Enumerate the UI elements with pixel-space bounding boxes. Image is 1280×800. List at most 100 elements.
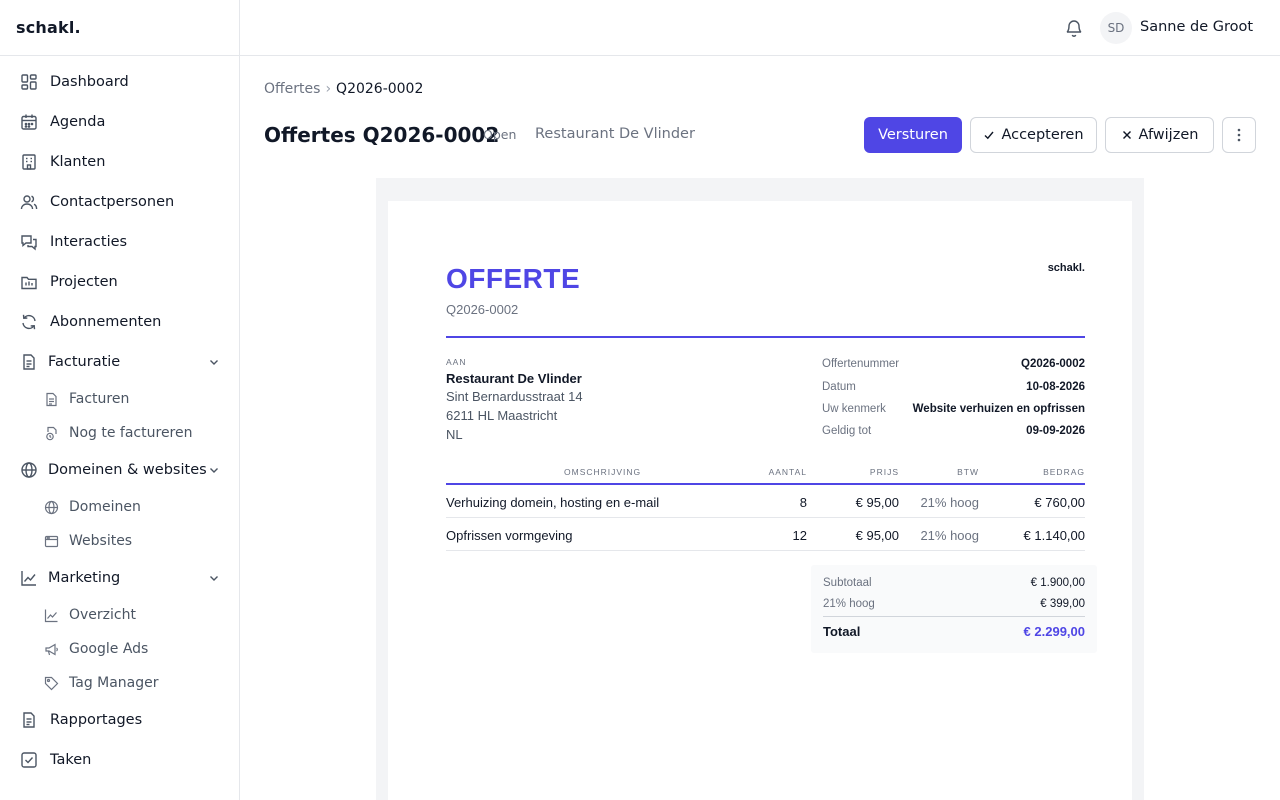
meta-row: Uw kenmerk Website verhuizen en opfrisse…: [822, 403, 1085, 421]
building-icon: [20, 153, 38, 171]
reject-button[interactable]: Afwijzen: [1105, 117, 1214, 153]
line-price: € 95,00: [855, 495, 899, 510]
sidebar-item-agenda[interactable]: Agenda: [0, 102, 239, 142]
document-preview: OFFERTE Q2026-0002 schakl. AAN Restauran…: [376, 178, 1144, 800]
chevron-down-icon[interactable]: [207, 571, 221, 585]
sidebar-item-interacties[interactable]: Interacties: [0, 222, 239, 262]
dashboard-icon: [20, 73, 38, 91]
sidebar-item-nog-te-factureren[interactable]: Nog te factureren: [0, 416, 239, 450]
meta-key: Datum: [822, 381, 856, 393]
sidebar-item-facturen[interactable]: Facturen: [0, 382, 239, 416]
meta-key: Geldig tot: [822, 425, 872, 437]
send-button-label: Versturen: [878, 127, 948, 143]
document-number: Q2026-0002: [446, 302, 519, 317]
check-icon: [983, 129, 995, 141]
sidebar-item-projecten[interactable]: Projecten: [0, 262, 239, 302]
pending-invoice-icon: [44, 426, 59, 441]
sidebar-item-label: Facturatie: [48, 354, 121, 370]
user-name[interactable]: Sanne de Groot: [1140, 19, 1253, 35]
sidebar-item-klanten[interactable]: Klanten: [0, 142, 239, 182]
sidebar: schakl. Dashboard Agenda Klanten Contact…: [0, 0, 240, 800]
accept-button[interactable]: Accepteren: [970, 117, 1097, 153]
column-header-quantity: AANTAL: [768, 467, 807, 477]
sidebar-item-google-ads[interactable]: Google Ads: [0, 632, 239, 666]
chevron-down-icon[interactable]: [207, 355, 221, 369]
chat-icon: [20, 233, 38, 251]
sidebar-item-label: Marketing: [48, 570, 121, 586]
close-icon: [1121, 129, 1133, 141]
sidebar-item-label: Projecten: [50, 274, 118, 290]
sidebar-item-contactpersonen[interactable]: Contactpersonen: [0, 182, 239, 222]
document-logo: schakl.: [1047, 262, 1085, 274]
table-row: Opfrissen vormgeving 12 € 95,00 21% hoog…: [446, 518, 1085, 551]
breadcrumb-link-offertes[interactable]: Offertes: [264, 81, 320, 97]
status-badge: Open: [483, 127, 517, 142]
recipient-country: NL: [446, 427, 463, 442]
chevron-down-icon[interactable]: [207, 463, 221, 477]
recipient-label: AAN: [446, 357, 467, 367]
page-title: Offertes Q2026-0002: [264, 123, 500, 147]
accept-button-label: Accepteren: [1001, 127, 1084, 143]
vat-label: 21% hoog: [823, 598, 875, 610]
breadcrumb: Offertes › Q2026-0002: [264, 81, 423, 97]
avatar[interactable]: SD: [1100, 12, 1132, 44]
meta-key: Offertenummer: [822, 358, 900, 370]
vat-value: € 399,00: [1040, 598, 1085, 610]
line-amount: € 760,00: [1034, 495, 1085, 510]
sidebar-item-label: Contactpersonen: [50, 194, 175, 210]
document-icon: [20, 353, 38, 371]
sidebar-item-label: Taken: [50, 752, 92, 768]
subtotal-value: € 1.900,00: [1030, 577, 1085, 589]
main-content: Offertes › Q2026-0002 Offertes Q2026-000…: [240, 56, 1280, 800]
app-logo[interactable]: schakl.: [0, 0, 239, 56]
checkbox-icon: [20, 751, 38, 769]
table-header: OMSCHRIJVING AANTAL PRIJS BTW BEDRAG: [446, 463, 1085, 485]
line-price: € 95,00: [855, 528, 899, 543]
line-amount: € 1.140,00: [1023, 528, 1085, 543]
sidebar-item-label: Interacties: [50, 234, 128, 250]
meta-value: Q2026-0002: [1021, 358, 1085, 370]
recipient-city: 6211 HL Maastricht: [446, 408, 558, 423]
meta-row: Datum 10-08-2026: [822, 381, 1085, 399]
sidebar-group-marketing[interactable]: Marketing: [0, 558, 239, 598]
line-vat: 21% hoog: [920, 528, 979, 543]
sidebar-nav: Dashboard Agenda Klanten Contactpersonen…: [0, 56, 239, 780]
sidebar-item-abonnementen[interactable]: Abonnementen: [0, 302, 239, 342]
sidebar-item-websites[interactable]: Websites: [0, 524, 239, 558]
sidebar-item-domeinen[interactable]: Domeinen: [0, 490, 239, 524]
breadcrumb-separator: ›: [325, 81, 332, 97]
meta-value: Website verhuizen en opfrissen: [912, 403, 1085, 415]
vat-row: 21% hoog € 399,00: [823, 598, 1085, 610]
client-link[interactable]: Restaurant De Vlinder: [535, 126, 695, 142]
more-vertical-icon: [1237, 128, 1241, 142]
sidebar-item-rapportages[interactable]: Rapportages: [0, 700, 239, 740]
breadcrumb-current: Q2026-0002: [336, 81, 424, 97]
sidebar-item-taken[interactable]: Taken: [0, 740, 239, 780]
bell-icon[interactable]: [1064, 18, 1084, 38]
sidebar-item-label: Overzicht: [69, 607, 136, 623]
total-value: € 2.299,00: [1023, 624, 1085, 639]
sidebar-item-tag-manager[interactable]: Tag Manager: [0, 666, 239, 700]
sidebar-item-overzicht[interactable]: Overzicht: [0, 598, 239, 632]
sidebar-item-label: Websites: [69, 533, 133, 549]
document-title: OFFERTE: [446, 263, 581, 294]
subtotal-label: Subtotaal: [823, 577, 872, 589]
divider: [446, 336, 1085, 338]
reject-button-label: Afwijzen: [1138, 127, 1199, 143]
sidebar-item-label: Dashboard: [50, 74, 129, 90]
sidebar-group-facturatie[interactable]: Facturatie: [0, 342, 239, 382]
sidebar-item-label: Domeinen: [69, 499, 141, 515]
divider: [823, 616, 1085, 617]
column-header-description: OMSCHRIJVING: [564, 467, 642, 477]
recipient-street: Sint Bernardusstraat 14: [446, 389, 583, 404]
sidebar-group-domeinen-websites[interactable]: Domeinen & websites: [0, 450, 239, 490]
more-options-button[interactable]: [1222, 117, 1256, 153]
sidebar-item-label: Rapportages: [50, 712, 143, 728]
sidebar-item-label: Nog te factureren: [69, 425, 193, 441]
line-quantity: 8: [799, 495, 807, 510]
chart-line-icon: [44, 608, 59, 623]
send-button[interactable]: Versturen: [864, 117, 962, 153]
sidebar-item-label: Klanten: [50, 154, 106, 170]
globe-icon: [44, 500, 59, 515]
sidebar-item-dashboard[interactable]: Dashboard: [0, 62, 239, 102]
